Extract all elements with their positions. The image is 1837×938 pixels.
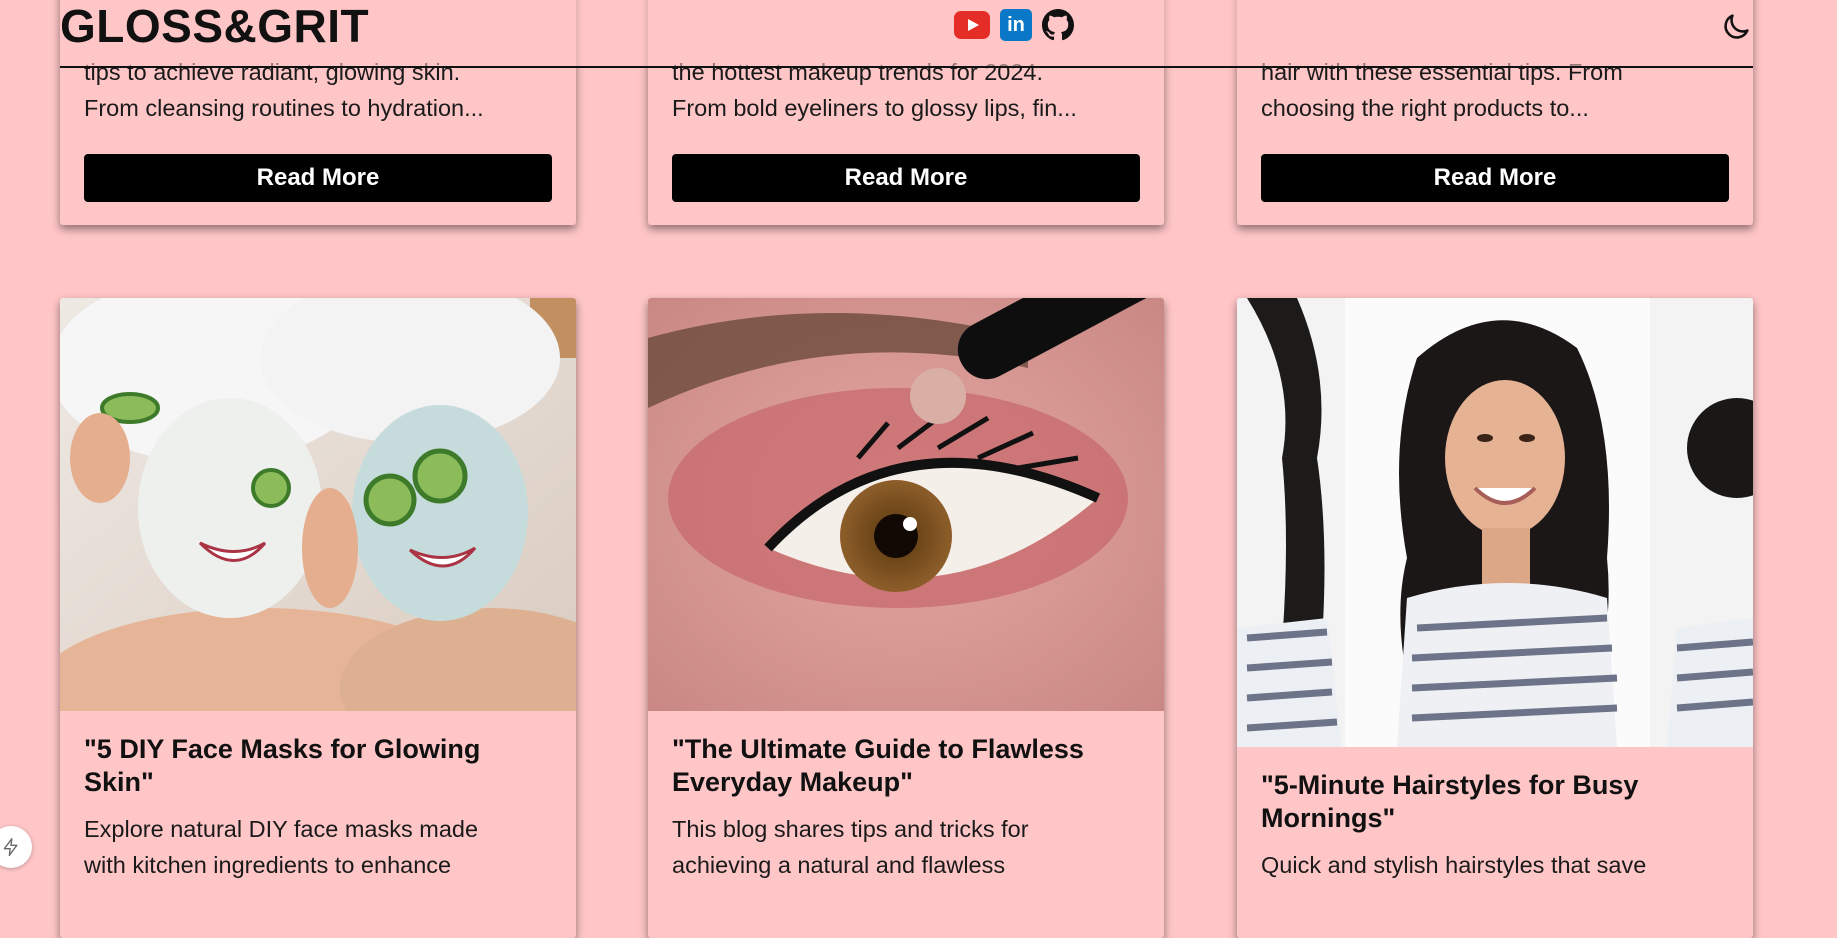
- social-links: in: [954, 9, 1074, 41]
- site-logo[interactable]: GLOSS&GRIT: [60, 0, 369, 52]
- blog-grid: tips to achieve radiant, glowing skin. F…: [0, 0, 1837, 938]
- linkedin-icon[interactable]: in: [1000, 9, 1032, 41]
- face-mask-image: [60, 298, 576, 711]
- read-more-button[interactable]: Read More: [1261, 154, 1729, 202]
- read-more-button[interactable]: Read More: [672, 154, 1140, 202]
- excerpt-line: achieving a natural and flawless: [672, 852, 1006, 878]
- excerpt-line: From cleansing routines to hydration...: [84, 95, 484, 121]
- blog-card-diy-face-masks[interactable]: "5 DIY Face Masks for Glowing Skin" Expl…: [60, 298, 576, 938]
- excerpt-line: From bold eyeliners to glossy lips, fin.…: [672, 95, 1077, 121]
- blog-card-flawless-makeup[interactable]: "The Ultimate Guide to Flawless Everyday…: [648, 298, 1164, 938]
- excerpt-line: with kitchen ingredients to enhance: [84, 852, 452, 878]
- card-title[interactable]: "5 DIY Face Masks for Glowing Skin": [84, 733, 552, 799]
- card-title[interactable]: "The Ultimate Guide to Flawless Everyday…: [672, 733, 1140, 799]
- excerpt-line: This blog shares tips and tricks for: [672, 816, 1029, 842]
- github-icon[interactable]: [1042, 9, 1074, 41]
- read-more-button[interactable]: Read More: [84, 154, 552, 202]
- excerpt-line: choosing the right products to...: [1261, 95, 1589, 121]
- youtube-icon[interactable]: [954, 11, 990, 39]
- site-header: GLOSS&GRIT in: [60, 0, 1753, 68]
- eye-makeup-image: [648, 298, 1164, 711]
- excerpt-line: Quick and stylish hairstyles that save: [1261, 852, 1647, 878]
- hairstyle-image: [1237, 298, 1753, 747]
- moon-icon[interactable]: [1719, 10, 1753, 44]
- excerpt-line: Explore natural DIY face masks made: [84, 816, 479, 842]
- card-title[interactable]: "5-Minute Hairstyles for Busy Mornings": [1261, 769, 1729, 835]
- blog-card-hairstyles[interactable]: "5-Minute Hairstyles for Busy Mornings" …: [1237, 298, 1753, 938]
